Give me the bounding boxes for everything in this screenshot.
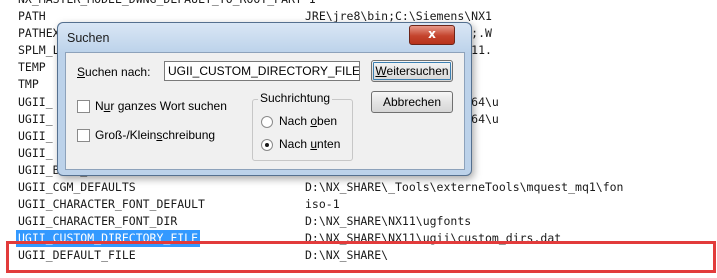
dialog-title: Suchen bbox=[67, 31, 110, 45]
match-case-checkbox[interactable] bbox=[77, 129, 90, 142]
direction-group bbox=[252, 99, 353, 161]
variable-name: UGII_DEFAULT_FILE bbox=[18, 248, 136, 263]
direction-group-label: Suchrichtung bbox=[258, 91, 333, 105]
direction-up-label[interactable]: Nach oben bbox=[279, 114, 337, 128]
whole-word-checkbox[interactable] bbox=[77, 100, 90, 113]
variable-name: SPLM_L bbox=[18, 43, 60, 58]
match-case-label[interactable]: Groß-/Kleinschreibung bbox=[95, 128, 215, 142]
list-row: NX_MASTER_MODEL_DWNG_DEFAULT_TO_ROOT_PAR… bbox=[0, 0, 717, 8]
list-row[interactable]: UGII_CHARACTER_FONT_DIR D:\NX_SHARE\NX11\… bbox=[0, 213, 717, 230]
variable-name: UGII_CUSTOM_DIRECTORY_FILE bbox=[16, 230, 201, 248]
variable-name: UGII_CHARACTER_FONT_DEFAULT bbox=[18, 197, 205, 212]
list-row[interactable]: UGII_CUSTOM_DIRECTORY_FILE D:\NX_SHARE\NX… bbox=[0, 230, 717, 248]
variable-value: D:\NX_SHARE\NX11\ugii\custom_dirs.dat bbox=[305, 231, 562, 246]
find-dialog: Suchen x Suchen nach: UGII_CUSTOM_DIRECT… bbox=[57, 22, 472, 176]
variable-value: D:\NX_SHARE\_Tools\externeTools\mquest_m… bbox=[305, 180, 624, 194]
find-next-button[interactable]: Weitersuchen bbox=[371, 60, 453, 82]
list-row[interactable]: UGII_CHARACTER_FONT_DEFAULT iso-1 bbox=[0, 196, 717, 213]
search-input[interactable]: UGII_CUSTOM_DIRECTORY_FILE bbox=[164, 61, 360, 81]
variable-value: D:\NX_SHARE\ bbox=[305, 248, 389, 263]
variable-name: TMP bbox=[18, 77, 39, 92]
direction-up-radio[interactable] bbox=[261, 116, 273, 128]
variable-name: UGII_ bbox=[18, 111, 53, 126]
variable-name: UGII_ bbox=[18, 145, 53, 160]
variable-name: TEMP bbox=[18, 60, 46, 75]
variable-name: UGII_CGM_DEFAULTS bbox=[18, 180, 136, 194]
search-label: Suchen nach: bbox=[77, 65, 151, 79]
variable-name: UGII_ bbox=[18, 94, 53, 109]
variable-value: iso-1 bbox=[305, 197, 340, 212]
dialog-titlebar[interactable]: Suchen x bbox=[58, 23, 471, 53]
close-button[interactable]: x bbox=[409, 25, 455, 45]
variable-name: UGII_CHARACTER_FONT_DIR bbox=[18, 214, 178, 229]
whole-word-label[interactable]: Nur ganzes Wort suchen bbox=[95, 99, 227, 113]
cancel-button[interactable]: Abbrechen bbox=[371, 91, 453, 113]
variable-name: PATH bbox=[18, 9, 46, 23]
variable-value: D:\NX_SHARE\NX11\ugfonts bbox=[305, 214, 472, 229]
direction-down-label[interactable]: Nach unten bbox=[279, 137, 340, 151]
list-row[interactable]: UGII_CGM_DEFAULTS D:\NX_SHARE\_Tools\exte… bbox=[0, 179, 717, 196]
dialog-client-area: Suchen nach: UGII_CUSTOM_DIRECTORY_FILE … bbox=[65, 52, 465, 170]
list-row[interactable]: UGII_DEFAULT_FILE D:\NX_SHARE\ bbox=[0, 247, 717, 264]
direction-down-radio[interactable] bbox=[261, 139, 273, 151]
close-icon: x bbox=[428, 27, 436, 41]
variable-name: NX_MASTER_MODEL_DWNG_DEFAULT_TO_ROOT_PAR… bbox=[18, 0, 316, 8]
variable-name: UGII_ bbox=[18, 128, 53, 143]
variable-name: PATHEX bbox=[18, 26, 60, 41]
